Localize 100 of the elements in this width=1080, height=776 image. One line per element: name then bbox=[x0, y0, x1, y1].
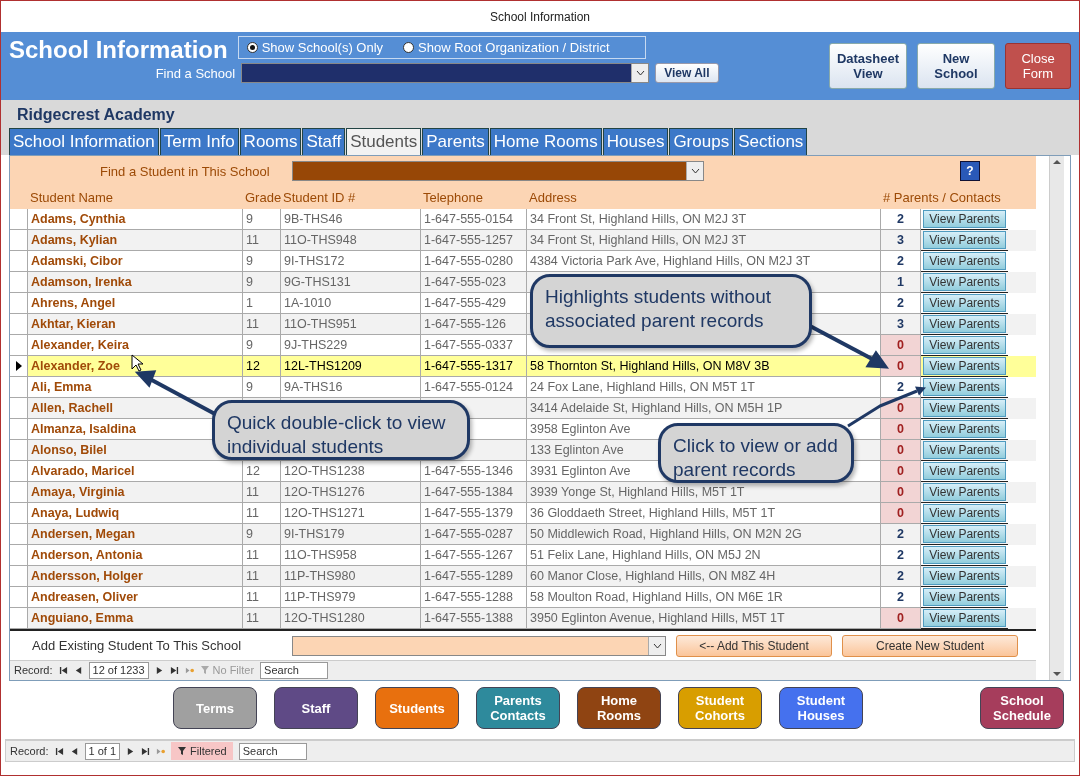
view-parents-button[interactable]: View Parents bbox=[923, 336, 1006, 355]
find-student-label: Find a Student in This School bbox=[100, 163, 271, 179]
table-row[interactable]: Andersen, Megan 9 9I-THS179 1-647-555-0287 50 Middlewich Road, Highland Hills, ON M2N 2G 2 View Parents bbox=[10, 524, 1036, 546]
table-row[interactable]: Amaya, Virginia 11 12O-THS1276 1-647-555-1384 3939 Yonge St, Highland Hills, M5T 1T 0 View Parents bbox=[10, 482, 1036, 504]
add-student-combo[interactable] bbox=[292, 635, 666, 656]
table-cell: 0 bbox=[881, 608, 921, 630]
tab[interactable]: School Information bbox=[9, 128, 159, 155]
nav-button[interactable]: Parents Contacts bbox=[476, 687, 560, 729]
view-parents-button[interactable]: View Parents bbox=[923, 525, 1006, 544]
add-student-label: Add Existing Student To This School bbox=[32, 638, 243, 654]
scrollbar[interactable] bbox=[1049, 156, 1064, 680]
table-cell: Anguiano, Emma bbox=[28, 608, 243, 630]
first-record-icon[interactable] bbox=[58, 665, 68, 675]
view-parents-button[interactable]: View Parents bbox=[923, 567, 1006, 586]
next-arrow-icon[interactable] bbox=[126, 746, 136, 756]
view-parents-button[interactable]: View Parents bbox=[923, 315, 1006, 334]
view-parents-button[interactable]: View Parents bbox=[923, 420, 1006, 439]
first-record-icon[interactable] bbox=[54, 746, 64, 756]
table-row[interactable]: Adams, Kylian 11 11O-THS948 1-647-555-1257 34 Front St, Highland Hills, ON M2J 3T 3 View Parents bbox=[10, 230, 1036, 252]
next-arrow-icon[interactable] bbox=[154, 665, 164, 675]
header-button[interactable]: Close Form bbox=[1005, 43, 1071, 89]
previous-arrow-icon[interactable] bbox=[73, 665, 83, 675]
view-parents-button[interactable]: View Parents bbox=[923, 483, 1006, 502]
tab[interactable]: Staff bbox=[302, 128, 346, 155]
tab[interactable]: Parents bbox=[422, 128, 489, 155]
tab[interactable]: Sections bbox=[734, 128, 808, 155]
tab[interactable]: Houses bbox=[602, 128, 669, 155]
view-parents-button[interactable]: View Parents bbox=[923, 357, 1006, 376]
nav-button[interactable]: Staff bbox=[274, 687, 358, 729]
cursor-icon bbox=[131, 354, 144, 372]
view-parents-button[interactable]: View Parents bbox=[923, 231, 1006, 250]
table-row[interactable]: Alexander, Zoe 12 12L-THS1209 1-647-555-1317 58 Thornton St, Highland Hills, ON M8V 3B 0 View Parents bbox=[10, 356, 1036, 378]
view-parents-button[interactable]: View Parents bbox=[923, 609, 1006, 628]
record-label: Record: bbox=[10, 745, 49, 757]
nav-button[interactable]: Student Houses bbox=[779, 687, 863, 729]
radio-button[interactable] bbox=[403, 42, 415, 53]
search-field[interactable]: Search bbox=[238, 742, 307, 760]
filter-icon bbox=[177, 746, 188, 756]
table-cell: 1-647-555-1388 bbox=[421, 608, 527, 630]
dropdown-icon bbox=[652, 642, 662, 649]
callout-tooltip: Quick double-click to view individual students bbox=[212, 400, 470, 460]
header-button[interactable]: New School bbox=[917, 43, 995, 89]
view-parents-button[interactable]: View Parents bbox=[923, 273, 1006, 292]
last-record-icon[interactable] bbox=[169, 665, 179, 675]
view-parents-button[interactable]: View Parents bbox=[923, 378, 1006, 397]
nav-button[interactable]: School Schedule bbox=[980, 687, 1064, 729]
view-parents-button[interactable]: View Parents bbox=[923, 441, 1006, 460]
column-header: Grade bbox=[244, 190, 281, 206]
column-header: Student Name bbox=[29, 190, 115, 206]
table-cell: 0 bbox=[881, 482, 921, 504]
filter-button[interactable]: Filtered bbox=[171, 742, 233, 760]
table-cell: 12O-THS1280 bbox=[281, 608, 421, 630]
find-school-label: Find a School bbox=[155, 65, 236, 81]
record-label: Record: bbox=[14, 664, 53, 677]
filter-icon bbox=[199, 665, 210, 676]
header-button[interactable]: Datasheet View bbox=[829, 43, 907, 89]
table-row[interactable]: Andersson, Holger 11 11P-THS980 1-647-555-1289 60 Manor Close, Highland Hills, ON M8Z 4H 2 View Parents bbox=[10, 566, 1036, 588]
add-student-button[interactable]: <-- Add This Student bbox=[676, 634, 832, 657]
tab[interactable]: Groups bbox=[669, 128, 734, 155]
table-cell: 0 bbox=[881, 398, 921, 420]
tab[interactable]: Home Rooms bbox=[489, 128, 602, 155]
table-cell: 0 bbox=[881, 419, 921, 441]
nav-button[interactable]: Home Rooms bbox=[577, 687, 661, 729]
table-cell: 11 bbox=[243, 608, 281, 630]
view-parents-button[interactable]: View Parents bbox=[923, 588, 1006, 607]
last-record-icon[interactable] bbox=[141, 746, 151, 756]
previous-arrow-icon[interactable] bbox=[69, 746, 79, 756]
view-parents-button[interactable]: View Parents bbox=[923, 546, 1006, 565]
table-cell: 0 bbox=[881, 335, 921, 357]
callout-tooltip: Highlights students without associated parent records bbox=[530, 274, 812, 348]
dropdown-icon bbox=[690, 168, 700, 175]
record-position-field[interactable]: 1 of 1 bbox=[84, 742, 121, 760]
view-parents-button[interactable]: View Parents bbox=[923, 399, 1006, 418]
tab[interactable]: Term Info bbox=[159, 128, 239, 155]
window-title: School Information bbox=[488, 8, 592, 26]
table-cell: 0 bbox=[881, 461, 921, 483]
radio-button[interactable] bbox=[246, 42, 258, 53]
form-title: School Information bbox=[9, 36, 228, 64]
help-button[interactable]: ? bbox=[960, 161, 980, 182]
student-combo[interactable] bbox=[292, 161, 704, 182]
view-parents-button[interactable]: View Parents bbox=[923, 210, 1006, 229]
view-all-button[interactable]: View All bbox=[655, 63, 719, 83]
create-student-button[interactable]: Create New Student bbox=[842, 634, 1018, 657]
view-parents-button[interactable]: View Parents bbox=[923, 504, 1006, 523]
school-combo[interactable] bbox=[241, 63, 650, 83]
column-header: # Parents / Contacts bbox=[882, 190, 1002, 206]
column-header: Telephone bbox=[422, 190, 484, 206]
view-parents-button[interactable]: View Parents bbox=[923, 462, 1006, 481]
callout-tooltip: Click to view or add parent records bbox=[658, 423, 854, 483]
search-field[interactable]: Search bbox=[260, 661, 329, 679]
tab[interactable]: Rooms bbox=[239, 128, 302, 155]
record-selector-icon bbox=[15, 361, 22, 372]
table-cell: 3950 Eglinton Avenue, Highland Hills, M5T 1T bbox=[527, 608, 881, 630]
column-header: Student ID # bbox=[282, 190, 357, 206]
view-parents-button[interactable]: View Parents bbox=[923, 294, 1006, 313]
table-row[interactable]: Anguiano, Emma 11 12O-THS1280 1-647-555-1388 3950 Eglinton Avenue, Highland Hills, M5T 1T 0 View Parents bbox=[10, 608, 1036, 630]
tab[interactable]: Students bbox=[346, 128, 422, 155]
table-cell: 0 bbox=[881, 440, 921, 462]
record-position-field[interactable]: 12 of 1233 bbox=[88, 661, 149, 679]
view-parents-button[interactable]: View Parents bbox=[923, 252, 1006, 271]
